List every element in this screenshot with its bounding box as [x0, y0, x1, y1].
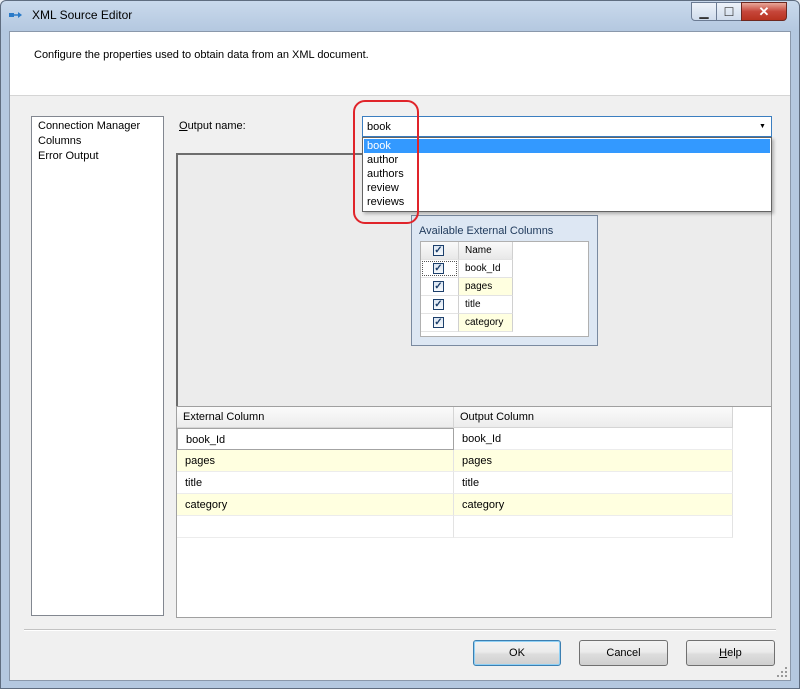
external-column-cell[interactable]: title — [177, 472, 454, 494]
resize-grip-icon[interactable] — [776, 666, 788, 678]
chevron-down-icon[interactable]: ▼ — [754, 117, 771, 136]
available-external-columns-box[interactable]: Available External Columns ✓ Name ✓ book… — [411, 215, 598, 346]
dropdown-option-review[interactable]: review — [364, 181, 770, 195]
column-checkbox[interactable]: ✓ — [433, 299, 444, 310]
available-columns-grid: ✓ Name ✓ book_Id ✓ pages ✓ title ✓ categ… — [420, 241, 589, 337]
nav-item-connection-manager[interactable]: Connection Manager — [38, 120, 140, 132]
maximize-button[interactable]: ☐ — [716, 2, 742, 21]
checkbox-cell: ✓ — [421, 260, 459, 278]
dropdown-option-authors[interactable]: authors — [364, 167, 770, 181]
help-button[interactable]: Help — [686, 640, 775, 666]
checkbox-cell: ✓ — [421, 278, 459, 296]
column-name: category — [459, 314, 513, 332]
nav-item-columns[interactable]: Columns — [38, 135, 81, 147]
output-name-value: book — [367, 121, 391, 133]
name-column-header: Name — [459, 242, 513, 260]
data-flow-icon — [9, 12, 22, 18]
ok-button[interactable]: OK — [473, 640, 561, 666]
table-row: title title — [177, 472, 733, 494]
close-icon: ✕ — [758, 3, 770, 19]
external-column-header[interactable]: External Column — [177, 407, 454, 427]
table-row: book_Id book_Id — [177, 428, 733, 450]
output-column-cell[interactable]: pages — [454, 450, 733, 472]
dropdown-option-book[interactable]: book — [364, 139, 770, 153]
help-access-key: H — [719, 647, 728, 659]
column-name: title — [459, 296, 513, 314]
output-column-cell[interactable] — [454, 516, 733, 538]
minimize-icon: ▁ — [699, 4, 709, 19]
output-column-header[interactable]: Output Column — [454, 407, 733, 427]
maximize-icon: ☐ — [723, 4, 735, 19]
dropdown-option-reviews[interactable]: reviews — [364, 195, 770, 209]
output-column-cell[interactable]: title — [454, 472, 733, 494]
mapping-header-row: External Column Output Column — [177, 407, 733, 428]
table-row-empty — [177, 516, 733, 538]
list-item: ✓ category — [421, 314, 513, 332]
column-checkbox[interactable]: ✓ — [433, 263, 444, 274]
cancel-button[interactable]: Cancel — [579, 640, 668, 666]
external-column-cell[interactable]: category — [177, 494, 454, 516]
dropdown-option-author[interactable]: author — [364, 153, 770, 167]
available-columns-title: Available External Columns — [419, 225, 554, 237]
title-bar[interactable]: XML Source Editor ▁ ☐ ✕ — [1, 1, 799, 29]
window-title: XML Source Editor — [32, 8, 133, 22]
output-name-select[interactable]: book ▼ — [362, 116, 772, 137]
output-name-dropdown-list: book author authors review reviews — [362, 137, 772, 212]
external-column-cell[interactable] — [177, 516, 454, 538]
header-band: Configure the properties used to obtain … — [10, 32, 790, 96]
help-button-label: elp — [727, 647, 742, 659]
page-list: Connection Manager Columns Error Output — [31, 116, 164, 616]
nav-item-error-output[interactable]: Error Output — [38, 150, 99, 162]
list-item: ✓ book_Id — [421, 260, 513, 278]
output-column-cell[interactable]: category — [454, 494, 733, 516]
select-all-checkbox[interactable]: ✓ — [433, 245, 444, 256]
checkbox-cell: ✓ — [421, 314, 459, 332]
checkbox-cell: ✓ — [421, 296, 459, 314]
output-column-cell[interactable]: book_Id — [454, 428, 733, 450]
list-item: ✓ title — [421, 296, 513, 314]
column-checkbox[interactable]: ✓ — [433, 281, 444, 292]
output-name-label: Output name: — [179, 120, 246, 132]
minimize-button[interactable]: ▁ — [691, 2, 717, 21]
available-columns-header-row: ✓ Name — [421, 242, 513, 260]
button-separator — [24, 629, 776, 631]
table-row: category category — [177, 494, 733, 516]
table-row: pages pages — [177, 450, 733, 472]
dialog-client-area: Configure the properties used to obtain … — [9, 31, 791, 681]
close-button[interactable]: ✕ — [741, 2, 787, 21]
select-all-cell: ✓ — [421, 242, 459, 260]
list-item: ✓ pages — [421, 278, 513, 296]
column-checkbox[interactable]: ✓ — [433, 317, 444, 328]
external-column-cell[interactable]: pages — [177, 450, 454, 472]
output-name-access-key: O — [179, 120, 188, 132]
xml-source-editor-window: XML Source Editor ▁ ☐ ✕ Configure the pr… — [0, 0, 800, 689]
column-name: book_Id — [459, 260, 513, 278]
output-name-label-text: utput name: — [187, 120, 246, 132]
column-name: pages — [459, 278, 513, 296]
external-column-cell[interactable]: book_Id — [177, 428, 454, 450]
header-description: Configure the properties used to obtain … — [34, 49, 369, 61]
column-mapping-grid: External Column Output Column book_Id bo… — [176, 406, 772, 618]
